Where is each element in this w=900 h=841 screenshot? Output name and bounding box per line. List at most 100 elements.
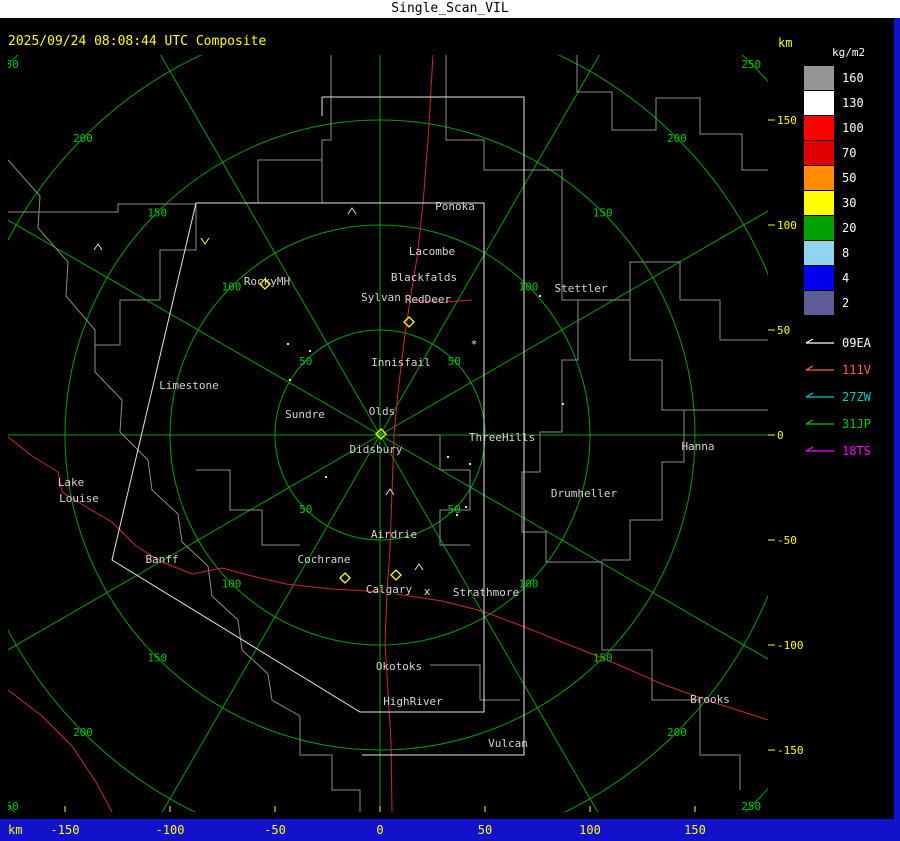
range-ring-label: 200 <box>667 132 687 145</box>
bottom-axis-unit-label: km <box>8 823 23 837</box>
range-ring-label: 100 <box>519 281 539 294</box>
color-scale-value: 20 <box>842 221 857 235</box>
site-id-label: 27ZW <box>842 389 871 404</box>
range-ring-label: 150 <box>147 206 167 219</box>
right-axis-tick-label: 50 <box>777 324 790 337</box>
site-arrow-icon <box>805 391 834 398</box>
range-ring-label: 50 <box>299 355 312 368</box>
map-dot-marker <box>287 343 289 345</box>
range-ring-label: 100 <box>222 281 242 294</box>
radar-site-entry: 27ZW <box>804 383 896 410</box>
site-id-label: 18TS <box>842 443 871 458</box>
range-ring-label: 150 <box>593 652 613 665</box>
site-arrow-icon <box>805 418 834 425</box>
color-swatch <box>804 91 834 115</box>
site-id-label: 31JP <box>842 416 871 431</box>
asterisk-marker: * <box>471 338 478 351</box>
caret-up-marker <box>414 563 424 571</box>
range-ring-label: 250 <box>0 800 19 813</box>
range-ring-label: 100 <box>519 577 539 590</box>
map-dot-marker <box>456 514 458 516</box>
city-label: Banff <box>145 553 178 566</box>
city-label: Hanna <box>681 440 714 453</box>
map-dot-marker <box>465 506 467 508</box>
radar-site-entry: 111V <box>804 356 896 383</box>
color-scale-value: 130 <box>842 96 864 110</box>
color-scale-entry: 50 <box>804 166 896 190</box>
range-ring-label: 50 <box>299 503 312 516</box>
color-scale-value: 70 <box>842 146 857 160</box>
bottom-axis-tick-label: -150 <box>50 823 80 837</box>
color-scale: 160 130 100 70 50 30 20 8 4 2 <box>804 66 896 315</box>
color-scale-value: 2 <box>842 296 850 310</box>
city-label: Limestone <box>159 379 219 392</box>
window-right-border <box>894 18 900 819</box>
map-dot-marker <box>469 463 471 465</box>
right-axis-tick-label: -150 <box>777 744 804 757</box>
bottom-axis-tick-label: 0 <box>376 823 384 837</box>
city-label: Sylvan <box>361 291 401 304</box>
color-scale-entry: 130 <box>804 91 896 115</box>
color-scale-entry: 70 <box>804 141 896 165</box>
color-swatch <box>804 291 834 315</box>
overlay-markers-layer: *x <box>93 207 564 598</box>
city-label: Olds <box>369 405 396 418</box>
color-scale-value: 50 <box>842 171 857 185</box>
range-ring-label: 250 <box>741 800 761 813</box>
city-label: Cochrane <box>298 553 351 566</box>
map-dot-marker <box>309 350 311 352</box>
color-swatch <box>804 241 834 265</box>
color-swatch <box>804 166 834 190</box>
color-scale-value: 8 <box>842 246 850 260</box>
map-dot-marker <box>562 403 564 405</box>
bottom-axis-bar: km -150 -100 -50 0 50 100 150 <box>0 819 900 841</box>
city-label: Lake <box>58 476 85 489</box>
caret-up-marker <box>347 207 357 215</box>
city-label: Didsbury <box>350 443 403 456</box>
bottom-axis-ticks <box>64 806 696 812</box>
range-ring-label: 50 <box>448 355 461 368</box>
color-scale-entry: 160 <box>804 66 896 90</box>
site-arrow-icon <box>805 364 834 371</box>
city-label: Louise <box>59 492 99 505</box>
right-axis: 150 100 50 0 -50 -100 -150 <box>768 114 804 757</box>
map-dot-marker <box>447 456 449 458</box>
city-label: Vulcan <box>488 737 528 750</box>
city-label: Drumheller <box>551 487 618 500</box>
color-swatch <box>804 141 834 165</box>
city-label: Sundre <box>285 408 325 421</box>
bottom-axis-tick-label: -100 <box>155 823 185 837</box>
color-scale-entry: 2 <box>804 291 896 315</box>
right-axis-tick-label: 150 <box>777 114 797 127</box>
bottom-axis-tick-label: -50 <box>264 823 286 837</box>
azimuth-spokes-layer <box>8 55 768 812</box>
color-scale-value: 4 <box>842 271 850 285</box>
range-ring-label: 200 <box>73 132 93 145</box>
color-scale-value: 160 <box>842 71 864 85</box>
range-ring-label: 200 <box>667 726 687 739</box>
city-label: RedDeer <box>405 293 452 306</box>
city-label: HighRiver <box>383 695 443 708</box>
radar-sites-legend: 09EA 111V 27ZW 31JP 18TS <box>804 329 896 464</box>
range-ring-label: 150 <box>147 652 167 665</box>
map-dot-marker <box>289 379 291 381</box>
city-label: Strathmore <box>453 586 519 599</box>
right-axis-tick-label: -50 <box>777 534 797 547</box>
color-scale-entry: 100 <box>804 116 896 140</box>
right-axis-tick-label: 100 <box>777 219 797 232</box>
color-swatch <box>804 216 834 240</box>
x-marker: x <box>424 585 431 598</box>
radar-map-canvas[interactable]: 5010015020025050100150200250501001502002… <box>0 0 900 841</box>
city-label: Blackfalds <box>391 271 457 284</box>
radar-site-entry: 18TS <box>804 437 896 464</box>
map-dot-marker <box>325 476 327 478</box>
city-label: Brooks <box>690 693 730 706</box>
site-id-label: 111V <box>842 362 871 377</box>
range-ring-label: 50 <box>448 503 461 516</box>
radar-site-diamond-marker <box>339 572 351 584</box>
color-swatch <box>804 66 834 90</box>
right-axis-tick-label: 0 <box>777 429 784 442</box>
color-scale-value: 100 <box>842 121 864 135</box>
range-ring-label: 200 <box>73 726 93 739</box>
city-label: Calgary <box>366 583 413 596</box>
